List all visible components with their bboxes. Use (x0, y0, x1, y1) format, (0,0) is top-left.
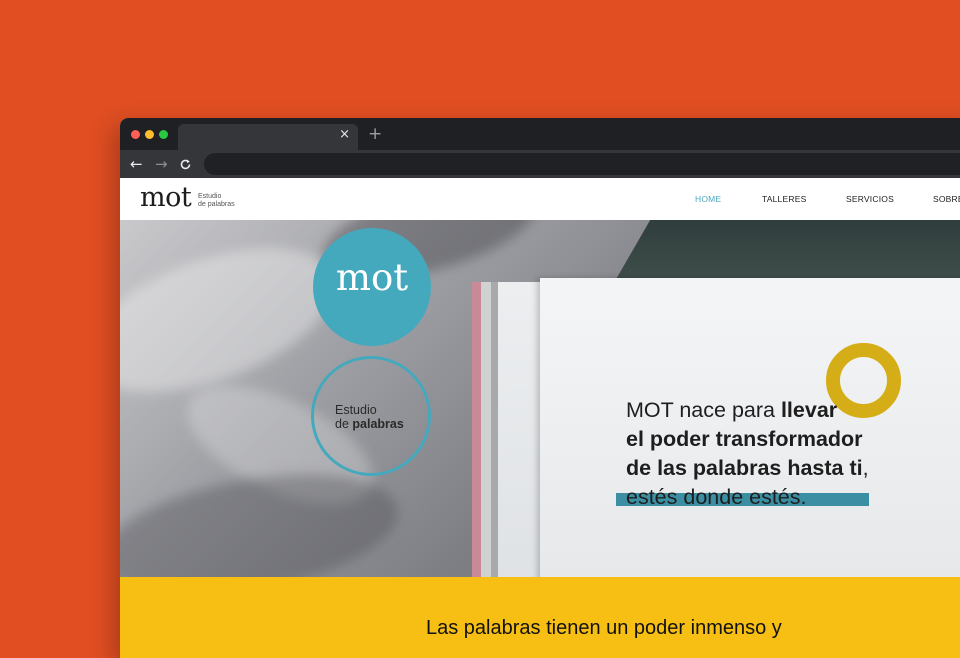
band-heading: Las palabras tienen un poder inmenso y (426, 617, 782, 639)
mot-badge: mot (313, 228, 431, 346)
hero-line3-bold: de las palabras hasta ti (626, 456, 863, 480)
nav-sobre[interactable]: SOBRE (933, 194, 960, 204)
ring-line1: Estudio (335, 403, 377, 417)
ring-line2-prefix: de (335, 417, 353, 431)
hero-line3: de las palabras hasta ti, (626, 454, 869, 483)
minimize-window-button[interactable] (145, 130, 154, 139)
hero-line1: MOT nace para llevar (626, 396, 869, 425)
address-bar[interactable] (204, 153, 960, 175)
hero-section: mot Estudio de palabras MOT nace para ll… (120, 220, 960, 577)
site-logo[interactable]: mot (140, 182, 192, 213)
maximize-window-button[interactable] (159, 130, 168, 139)
hero-line2: el poder transformador (626, 427, 863, 451)
arrow-right-icon[interactable]: → (155, 154, 168, 174)
nav-talleres[interactable]: TALLERES (762, 194, 806, 204)
yellow-band: Las palabras tienen un poder inmenso y (120, 577, 960, 658)
arrow-left-icon[interactable]: ← (130, 154, 143, 174)
hero-line3-suffix: , (862, 456, 869, 480)
browser-titlebar: × + (120, 118, 960, 150)
plus-icon[interactable]: + (368, 124, 382, 144)
ring-line2: de palabras (335, 417, 404, 431)
browser-tab[interactable]: × (178, 124, 358, 150)
logo-subtitle: Estudio de palabras (198, 193, 235, 208)
hero-line4: estés donde estés. (626, 485, 807, 509)
browser-window: × + ← → mot Estudio de palabras HOME TAL… (120, 118, 960, 658)
close-icon[interactable]: × (339, 127, 350, 142)
logo-subtitle-line1: Estudio (198, 193, 222, 200)
hero-headline: MOT nace para llevar el poder transforma… (626, 396, 869, 512)
close-window-button[interactable] (131, 130, 140, 139)
site-header: mot Estudio de palabras HOME TALLERES SE… (120, 178, 960, 220)
nav-servicios[interactable]: SERVICIOS (846, 194, 894, 204)
nav-home[interactable]: HOME (695, 194, 721, 204)
hero-line1-normal: MOT nace para (626, 398, 781, 422)
logo-subtitle-line2: de palabras (198, 200, 235, 208)
reload-icon[interactable] (179, 154, 192, 177)
browser-toolbar: ← → (120, 150, 960, 178)
ring-line2-bold: palabras (352, 417, 404, 431)
mot-badge-text: mot (335, 256, 409, 299)
hero-line1-bold: llevar (780, 398, 838, 422)
estudio-ring-badge: Estudio de palabras (311, 356, 431, 476)
